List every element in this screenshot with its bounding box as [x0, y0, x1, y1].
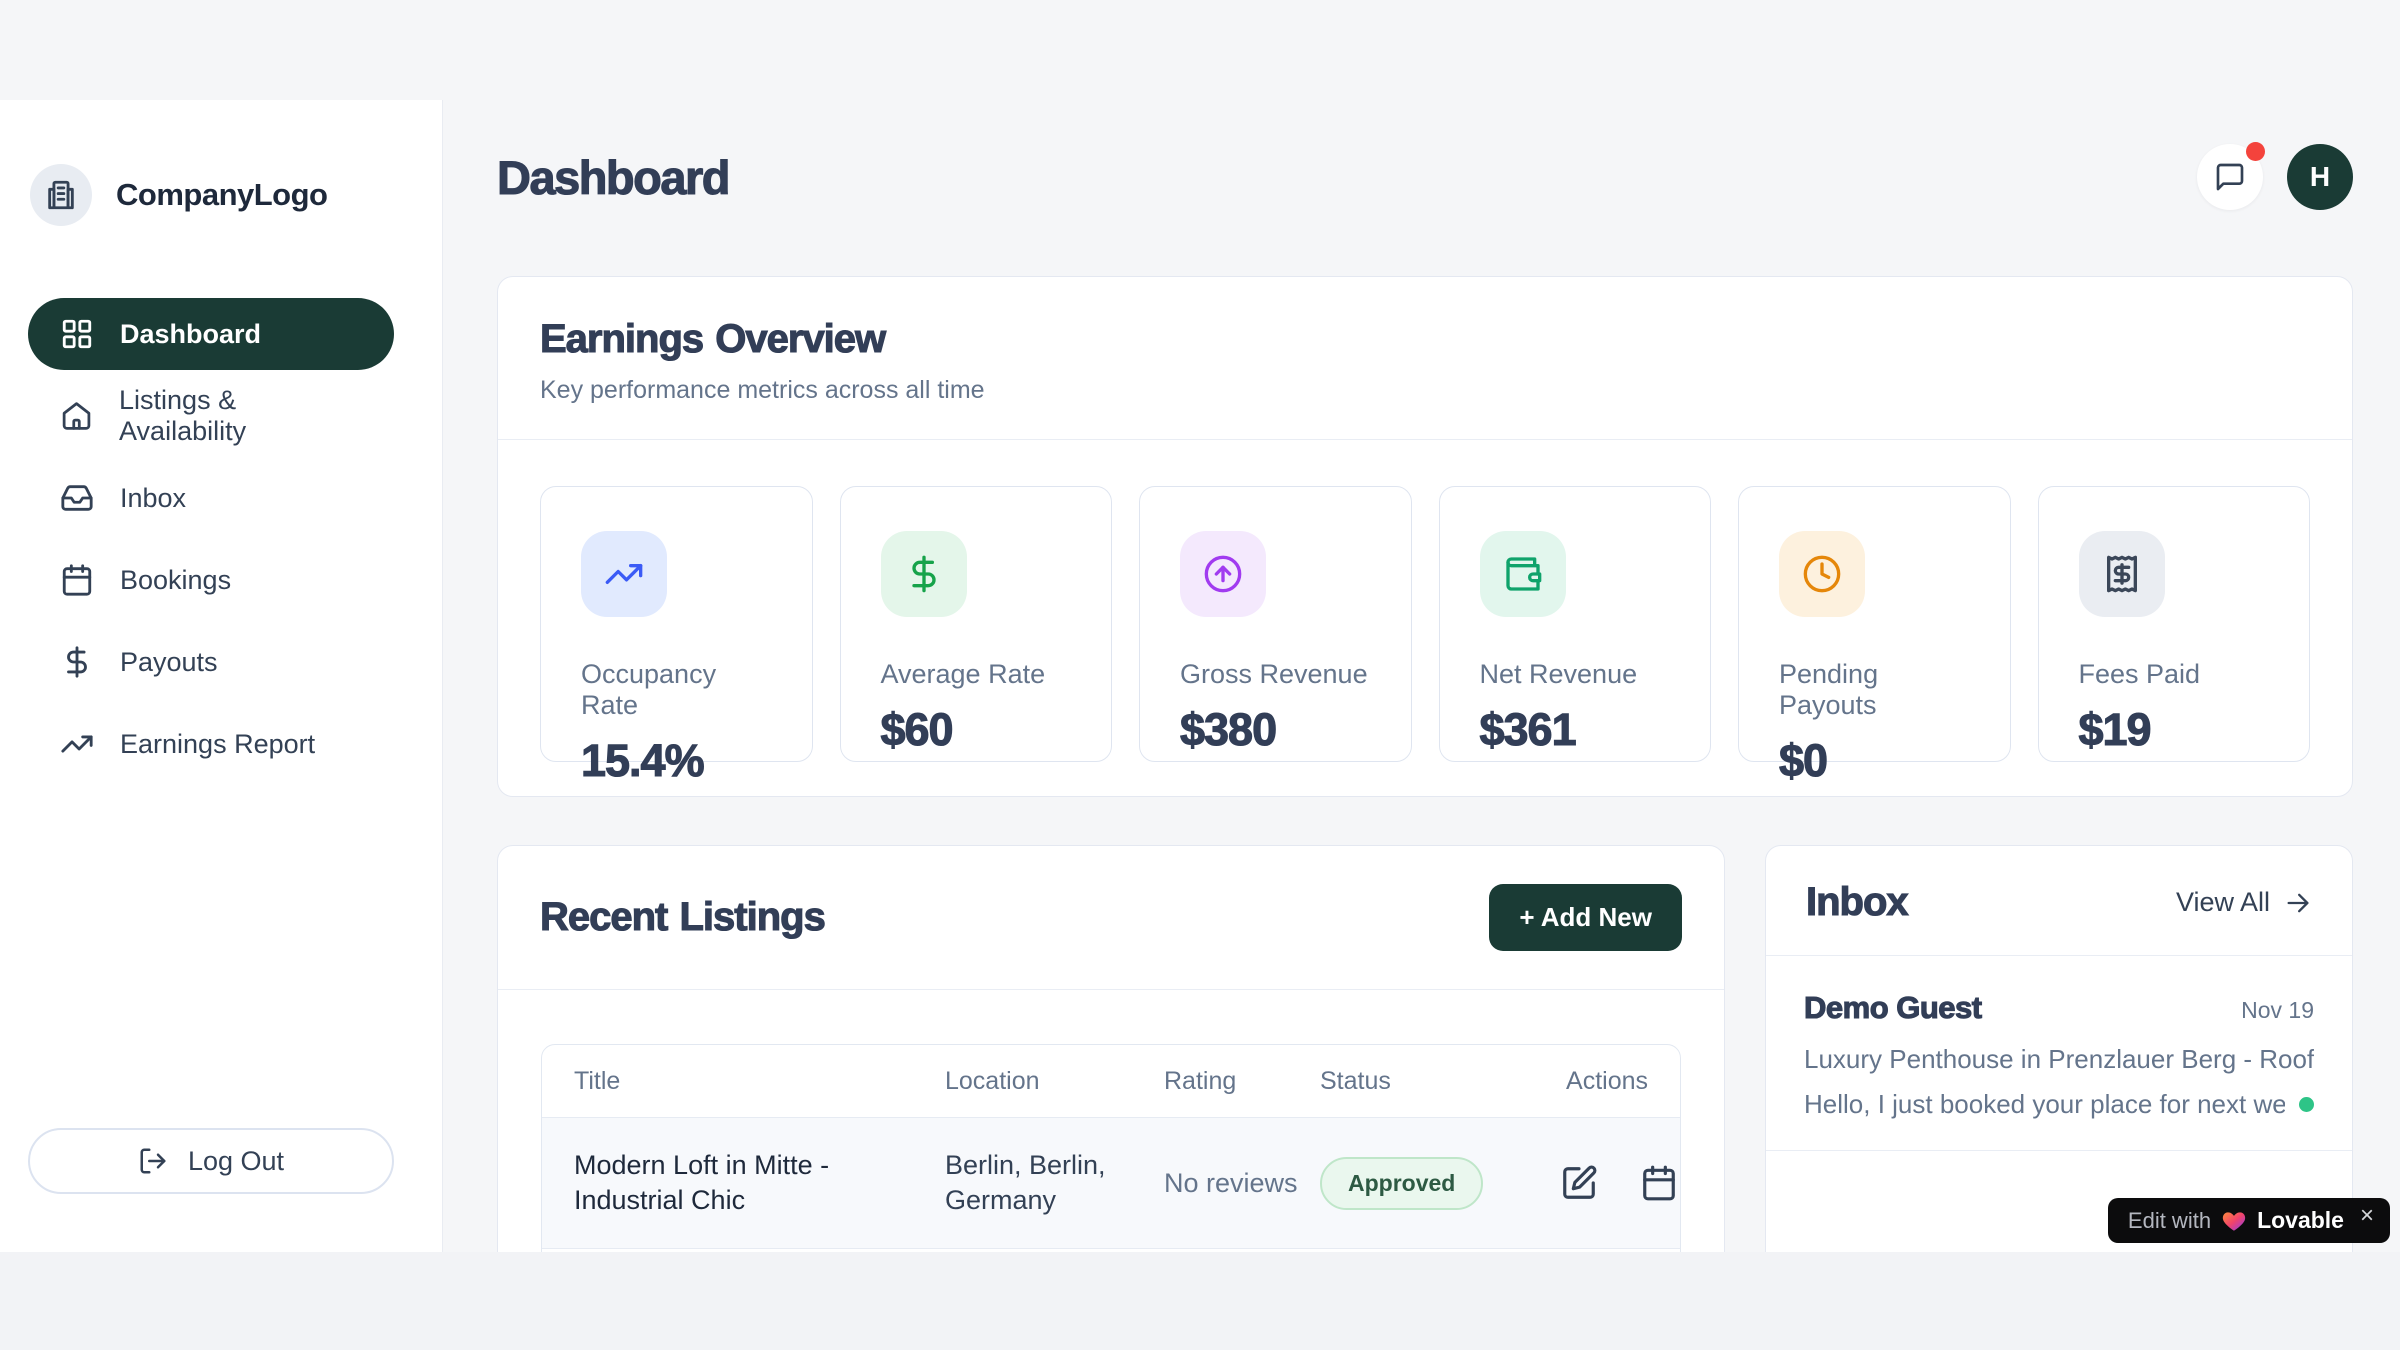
dollar-sign-icon	[881, 531, 967, 617]
notification-dot	[2246, 142, 2265, 161]
lovable-badge[interactable]: Edit with Lovable ×	[2108, 1198, 2390, 1243]
page-title: Dashboard	[497, 150, 729, 205]
column-header-title: Title	[574, 1067, 945, 1096]
logo-row: CompanyLogo	[0, 100, 442, 226]
sidebar: CompanyLogo Dashboard Listings & Availab…	[0, 100, 443, 1252]
inbox-title: Inbox	[1806, 880, 1908, 925]
metric-label: Gross Revenue	[1180, 659, 1371, 690]
chat-bubble-icon	[2214, 161, 2246, 193]
earnings-overview-card: Earnings Overview Key performance metric…	[497, 276, 2353, 797]
earnings-title: Earnings Overview	[540, 317, 2304, 362]
metric-label: Average Rate	[881, 659, 1072, 690]
calendar-listing-button[interactable]	[1640, 1164, 1678, 1202]
metric-value: $0	[1779, 735, 1970, 787]
lovable-brand: Lovable	[2257, 1207, 2344, 1234]
inbox-icon	[60, 481, 94, 515]
messages-button[interactable]	[2197, 144, 2263, 210]
arrow-right-icon	[2284, 889, 2312, 917]
metric-value: 15.4%	[581, 735, 772, 787]
table-header-row: Title Location Rating Status Actions	[542, 1045, 1680, 1117]
listing-title: Modern Loft in Mitte - Industrial Chic	[574, 1148, 945, 1218]
listing-location: Berlin, Berlin, Germany	[945, 1148, 1164, 1218]
metric-pending-payouts: Pending Payouts $0	[1738, 486, 2011, 762]
metric-value: $361	[1480, 704, 1671, 756]
metric-average-rate: Average Rate $60	[840, 486, 1113, 762]
sidebar-item-listings[interactable]: Listings & Availability	[28, 380, 394, 452]
page-footer-strip	[0, 1252, 2400, 1350]
table-row[interactable]: Modern Loft in Mitte - Industrial Chic B…	[542, 1117, 1680, 1248]
metric-gross-revenue: Gross Revenue $380	[1139, 486, 1412, 762]
earnings-subtitle: Key performance metrics across all time	[540, 376, 2304, 405]
company-logo-icon	[30, 164, 92, 226]
message-preview: Hello, I just booked your place for next…	[1804, 1089, 2285, 1120]
main-content: Dashboard H Earnings Overview Key perfor…	[443, 0, 2400, 1325]
wallet-icon	[1480, 531, 1566, 617]
layout-grid-icon	[60, 317, 94, 351]
dollar-sign-icon	[60, 645, 94, 679]
trending-up-icon	[581, 531, 667, 617]
metric-label: Occupancy Rate	[581, 659, 772, 721]
avatar[interactable]: H	[2287, 144, 2353, 210]
status-badge: Approved	[1320, 1157, 1483, 1210]
metric-occupancy-rate: Occupancy Rate 15.4%	[540, 486, 813, 762]
metric-label: Net Revenue	[1480, 659, 1671, 690]
edit-pencil-icon	[1560, 1164, 1598, 1202]
arrow-up-circle-icon	[1180, 531, 1266, 617]
add-new-button[interactable]: + Add New	[1489, 884, 1682, 951]
topbar: Dashboard H	[497, 142, 2353, 212]
metric-value: $19	[2079, 704, 2270, 756]
unread-dot	[2299, 1097, 2314, 1112]
message-sender: Demo Guest	[1804, 990, 1982, 1026]
sidebar-item-bookings[interactable]: Bookings	[28, 544, 394, 616]
sidebar-item-earnings-report[interactable]: Earnings Report	[28, 708, 394, 780]
calendar-icon	[1640, 1164, 1678, 1202]
home-icon	[60, 399, 93, 433]
sidebar-nav: Dashboard Listings & Availability Inbox …	[0, 298, 442, 780]
lovable-heart-icon	[2221, 1208, 2247, 1234]
listing-rating: No reviews	[1164, 1166, 1320, 1201]
column-header-rating: Rating	[1164, 1067, 1320, 1096]
column-header-status: Status	[1320, 1067, 1560, 1096]
company-logo-text: CompanyLogo	[116, 177, 328, 213]
recent-listings-title: Recent Listings	[540, 895, 825, 940]
calendar-icon	[60, 563, 94, 597]
metric-value: $380	[1180, 704, 1371, 756]
metric-label: Pending Payouts	[1779, 659, 1970, 721]
sidebar-item-dashboard[interactable]: Dashboard	[28, 298, 394, 370]
lovable-close-icon[interactable]: ×	[2360, 1204, 2374, 1228]
sidebar-item-payouts[interactable]: Payouts	[28, 626, 394, 698]
sidebar-item-inbox[interactable]: Inbox	[28, 462, 394, 534]
metric-value: $60	[881, 704, 1072, 756]
column-header-actions: Actions	[1560, 1067, 1648, 1096]
message-subject: Luxury Penthouse in Prenzlauer Berg - Ro…	[1804, 1044, 2314, 1075]
trending-up-icon	[60, 727, 94, 761]
inbox-message-item[interactable]: Demo Guest Nov 19 Luxury Penthouse in Pr…	[1766, 956, 2352, 1151]
logout-button[interactable]: Log Out	[28, 1128, 394, 1194]
metrics-row: Occupancy Rate 15.4% Average Rate $60	[498, 440, 2352, 808]
lovable-prefix: Edit with	[2128, 1208, 2211, 1234]
column-header-location: Location	[945, 1067, 1164, 1096]
view-all-link[interactable]: View All	[2176, 887, 2312, 918]
logout-icon	[138, 1146, 168, 1176]
metric-fees-paid: Fees Paid $19	[2038, 486, 2311, 762]
metric-net-revenue: Net Revenue $361	[1439, 486, 1712, 762]
metric-label: Fees Paid	[2079, 659, 2270, 690]
clock-icon	[1779, 531, 1865, 617]
message-date: Nov 19	[2241, 997, 2314, 1024]
edit-listing-button[interactable]	[1560, 1164, 1598, 1202]
receipt-icon	[2079, 531, 2165, 617]
